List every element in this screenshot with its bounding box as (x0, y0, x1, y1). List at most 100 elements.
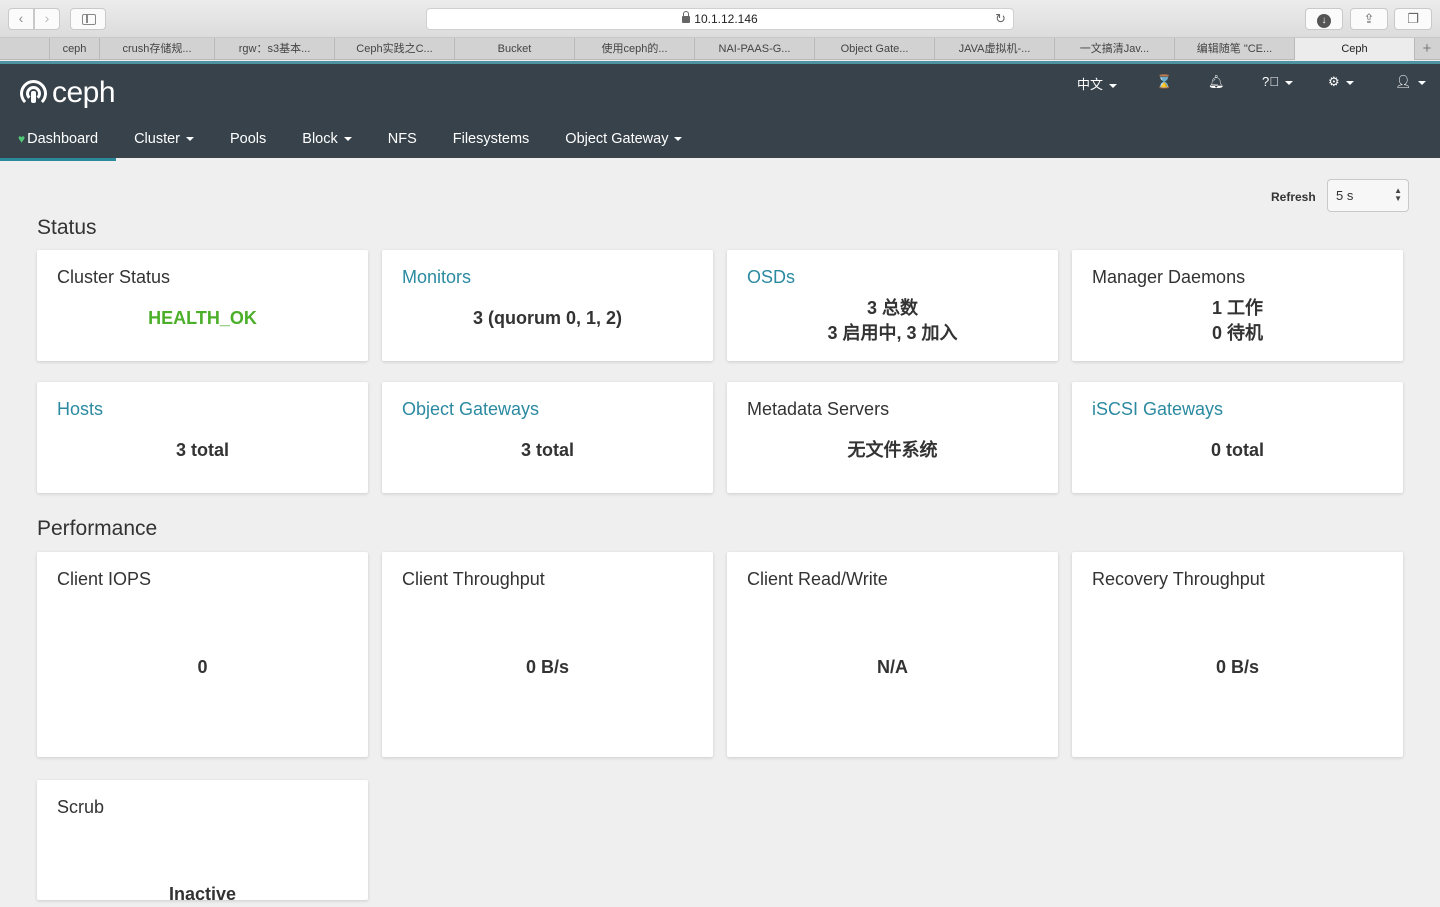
client-throughput-card: Client Throughput 0 B/s (382, 552, 713, 757)
sidebar-icon (82, 14, 96, 25)
monitors-value: 3 (quorum 0, 1, 2) (472, 308, 623, 328)
question-circle-icon: ?⃝ (1262, 74, 1279, 89)
object-gateways-card: Object Gateways 3 total (382, 382, 713, 493)
status-section-title: Status (37, 216, 97, 239)
help-dropdown[interactable]: ?⃝ (1262, 74, 1293, 89)
menu-object-gateway-label: Object Gateway (565, 131, 669, 147)
metadata-servers-value: 无文件系统 (847, 440, 938, 460)
select-arrows-icon: ▲ ▼ (1394, 186, 1402, 203)
forward-button[interactable]: › (34, 8, 60, 30)
browser-tab[interactable]: NAI-PAAS-G... (695, 38, 815, 60)
browser-tab[interactable]: 一文搞清Jav... (1055, 38, 1175, 60)
scrub-card: Scrub Inactive (37, 780, 368, 904)
hosts-card: Hosts 3 total (37, 382, 368, 493)
menu-cluster-label: Cluster (134, 131, 180, 147)
card-title: Client IOPS (57, 569, 152, 589)
client-read-write-value: N/A (877, 657, 908, 677)
card-title: Scrub (57, 797, 105, 817)
osds-state: 3 启用中, 3 加入 (827, 323, 958, 343)
browser-tab[interactable]: Bucket (455, 38, 575, 60)
downloads-button[interactable]: ↓ (1305, 8, 1343, 30)
menu-pools[interactable]: Pools (212, 122, 284, 161)
card-title: Recovery Throughput (1092, 569, 1265, 589)
tab-spacer (0, 38, 50, 60)
client-iops-value: 0 (197, 657, 208, 677)
managers-active: 1 工作 (1211, 298, 1263, 318)
language-dropdown[interactable]: 中文 (1077, 74, 1117, 93)
lock-icon (682, 11, 691, 23)
client-throughput-value: 0 B/s (525, 657, 570, 677)
monitors-card: Monitors 3 (quorum 0, 1, 2) (382, 250, 713, 361)
menu-cluster[interactable]: Cluster (116, 122, 212, 161)
sidebar-toggle-button[interactable] (70, 8, 106, 30)
settings-dropdown[interactable]: ⚙ (1328, 74, 1354, 90)
menu-nfs-label: NFS (387, 131, 417, 147)
browser-tab[interactable]: 编辑随笔 "CE... (1175, 38, 1295, 60)
menu-block[interactable]: Block (284, 122, 369, 161)
object-gateways-value: 3 total (520, 440, 574, 460)
osds-link[interactable]: OSDs (747, 267, 795, 288)
hourglass-icon: ⌛ (1156, 74, 1173, 89)
hosts-link[interactable]: Hosts (57, 399, 103, 420)
menu-dashboard[interactable]: ♥ Dashboard (0, 122, 117, 161)
tasks-button[interactable]: ⌛ (1156, 74, 1172, 90)
menu-object-gateway[interactable]: Object Gateway (547, 122, 700, 161)
browser-tab[interactable]: crush存储规... (100, 38, 215, 60)
share-button[interactable]: ⇪ (1350, 8, 1388, 30)
refresh-interval-select[interactable]: 5 s ▲ ▼ (1327, 179, 1409, 212)
download-icon: ↓ (1317, 14, 1331, 28)
notifications-button[interactable]: 🔔︎ (1208, 74, 1225, 90)
brand-name: ceph (52, 76, 116, 109)
iscsi-gateways-link[interactable]: iSCSI Gateways (1092, 399, 1223, 420)
language-label: 中文 (1077, 77, 1104, 92)
address-bar[interactable]: 10.1.12.146 ↻ (426, 8, 1014, 30)
refresh-label: Refresh (1271, 190, 1316, 204)
object-gateways-link[interactable]: Object Gateways (402, 399, 539, 420)
refresh-interval-value: 5 s (1336, 188, 1354, 203)
health-status-value: HEALTH_OK (148, 308, 257, 328)
user-dropdown[interactable]: 👤︎ (1395, 74, 1426, 90)
osds-card: OSDs 3 总数 3 启用中, 3 加入 (727, 250, 1058, 361)
menu-filesystems[interactable]: Filesystems (435, 122, 548, 161)
chevron-right-icon: › (44, 10, 50, 26)
url-text: 10.1.12.146 (694, 12, 758, 26)
metadata-servers-card: Metadata Servers 无文件系统 (727, 382, 1058, 493)
card-title: Manager Daemons (1092, 267, 1246, 287)
browser-tab[interactable]: Ceph (1295, 38, 1415, 60)
show-tabs-button[interactable]: ❐ (1394, 8, 1432, 30)
recovery-throughput-value: 0 B/s (1215, 657, 1260, 677)
bell-icon: 🔔︎ (1208, 74, 1225, 89)
menu-nfs[interactable]: NFS (370, 122, 435, 161)
browser-tab[interactable]: rgw：s3基本... (215, 38, 335, 60)
back-button[interactable]: ‹ (8, 8, 34, 30)
menu-block-label: Block (302, 131, 338, 147)
monitors-link[interactable]: Monitors (402, 267, 471, 288)
share-icon: ⇪ (1363, 11, 1375, 26)
reload-icon[interactable]: ↻ (995, 9, 1006, 29)
card-title: Cluster Status (57, 267, 171, 287)
hosts-value: 3 total (175, 440, 229, 460)
osds-total: 3 总数 (866, 298, 918, 318)
browser-tab[interactable]: Object Gate... (815, 38, 935, 60)
cluster-status-card: Cluster Status HEALTH_OK (37, 250, 368, 361)
client-read-write-card: Client Read/Write N/A (727, 552, 1058, 757)
browser-tab[interactable]: 使用ceph的... (575, 38, 695, 60)
client-iops-card: Client IOPS 0 (37, 552, 368, 757)
menu-dashboard-label: Dashboard (27, 131, 99, 147)
new-tab-button[interactable]: + (1415, 38, 1439, 59)
tabs-overview-icon: ❐ (1407, 11, 1419, 26)
iscsi-gateways-card: iSCSI Gateways 0 total (1072, 382, 1403, 493)
chevron-left-icon: ‹ (18, 10, 24, 26)
main-menu: ♥ Dashboard Cluster Pools Block NFS Files… (0, 122, 700, 161)
card-title: Client Throughput (402, 569, 545, 589)
browser-tab[interactable]: Ceph实践之C... (335, 38, 455, 60)
browser-tab[interactable]: ceph (50, 38, 100, 60)
browser-tab-strip: ceph crush存储规... rgw：s3基本... Ceph实践之C... Buc… (0, 38, 1440, 60)
brand-logo[interactable]: ceph (20, 76, 116, 109)
card-title: Client Read/Write (747, 569, 888, 589)
ceph-logo-icon (20, 79, 47, 107)
browser-tab[interactable]: JAVA虚拟机-... (935, 38, 1055, 60)
heartbeat-icon: ♥ (18, 132, 26, 146)
manager-daemons-card: Manager Daemons 1 工作 0 待机 (1072, 250, 1403, 361)
user-icon: 👤︎ (1395, 74, 1412, 89)
